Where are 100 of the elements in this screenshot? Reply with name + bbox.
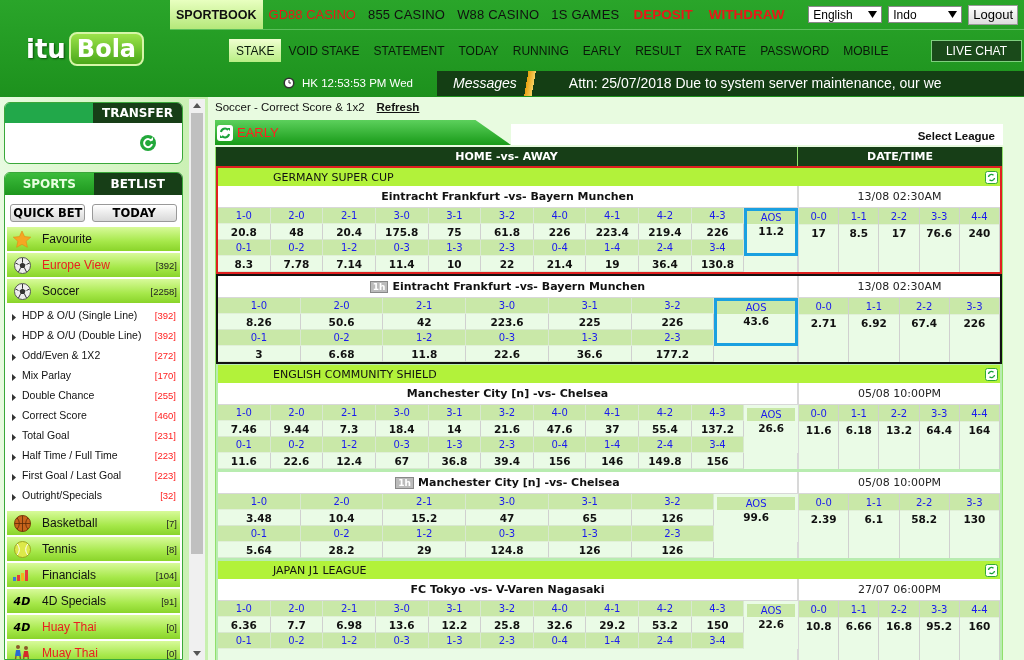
odds-value[interactable]: 32.6 bbox=[533, 617, 587, 633]
odds-value[interactable]: 20.4 bbox=[323, 224, 376, 240]
odds-value[interactable]: 3.48 bbox=[218, 510, 301, 526]
odds-value[interactable]: 21.6 bbox=[481, 421, 534, 437]
odds-value[interactable]: 65 bbox=[548, 510, 632, 526]
odds-value[interactable]: 156 bbox=[691, 453, 745, 469]
odds-value[interactable]: 22.6 bbox=[270, 453, 324, 469]
odds-value[interactable]: 22 bbox=[481, 256, 534, 272]
sport-item[interactable]: 4D 4D Specials [91] bbox=[7, 589, 180, 613]
odds-value[interactable]: 29.2 bbox=[586, 617, 640, 633]
odds-value[interactable]: 11.6 bbox=[218, 453, 271, 469]
odds-value[interactable]: 8.26 bbox=[218, 314, 301, 330]
odds-value[interactable]: 126 bbox=[631, 542, 715, 558]
sidebar-tab[interactable]: BETLIST bbox=[93, 173, 182, 195]
refresh-icon[interactable] bbox=[985, 563, 998, 577]
odds-value[interactable]: 226 bbox=[631, 314, 715, 330]
filter-button[interactable]: QUICK BET bbox=[10, 204, 86, 222]
sub-nav-tab[interactable]: TODAY bbox=[451, 39, 506, 62]
odds-value[interactable]: 50.6 bbox=[300, 314, 384, 330]
refresh-link[interactable]: Refresh bbox=[376, 101, 420, 113]
odds-value[interactable]: 126 bbox=[631, 510, 715, 526]
odds-value[interactable]: 124.8 bbox=[466, 542, 549, 558]
logout-button[interactable]: Logout bbox=[968, 4, 1018, 25]
select-league-link[interactable]: Select League bbox=[917, 130, 995, 142]
odds-value[interactable]: 137.2 bbox=[691, 421, 745, 437]
odds-value[interactable]: 9.44 bbox=[270, 421, 324, 437]
odds-value[interactable]: 48 bbox=[270, 224, 324, 240]
odds-value[interactable]: 223.6 bbox=[466, 314, 549, 330]
odds-value[interactable]: 225 bbox=[548, 314, 632, 330]
odds-value[interactable]: 39.4 bbox=[481, 453, 534, 469]
odds-value[interactable]: 75 bbox=[428, 224, 482, 240]
sport-item[interactable]: Basketball [7] bbox=[7, 511, 180, 535]
odds-value[interactable]: 3 bbox=[218, 346, 301, 362]
sub-nav-tab[interactable]: VOID STAKE bbox=[281, 39, 367, 62]
odds-type-select[interactable]: Indo bbox=[888, 6, 963, 23]
sub-nav-tab[interactable]: EX RATE bbox=[688, 39, 754, 62]
refresh-icon[interactable] bbox=[140, 135, 156, 151]
bet-type-item[interactable]: Half Time / Full Time [223] bbox=[7, 445, 180, 465]
odds-value[interactable]: 219.4 bbox=[639, 224, 692, 240]
bet-type-item[interactable]: Mix Parlay [170] bbox=[7, 365, 180, 385]
odds-value[interactable]: 223.4 bbox=[586, 224, 640, 240]
odds-value[interactable]: 156 bbox=[533, 453, 587, 469]
odds-value[interactable]: 18.4 bbox=[375, 421, 429, 437]
filter-button[interactable]: TODAY bbox=[91, 204, 177, 222]
sport-item[interactable]: Financials [104] bbox=[7, 563, 180, 587]
odds-value[interactable]: 149.8 bbox=[639, 453, 692, 469]
odds-value[interactable]: 53.2 bbox=[639, 617, 692, 633]
odds-value[interactable]: 15.2 bbox=[383, 510, 467, 526]
scroll-down-icon[interactable] bbox=[193, 651, 201, 656]
odds-value[interactable]: 37 bbox=[586, 421, 640, 437]
odds-value[interactable]: 21.4 bbox=[533, 256, 587, 272]
bet-type-item[interactable]: First Goal / Last Goal [223] bbox=[7, 465, 180, 485]
odds-value[interactable]: 29 bbox=[383, 542, 467, 558]
odds-value[interactable]: 47 bbox=[466, 510, 549, 526]
odds-value[interactable]: 22.6 bbox=[466, 346, 549, 362]
odds-value[interactable]: 36.8 bbox=[428, 453, 482, 469]
odds-value[interactable]: 42 bbox=[383, 314, 467, 330]
odds-value[interactable]: 36.6 bbox=[548, 346, 632, 362]
bet-type-item[interactable]: HDP & O/U (Single Line) [392] bbox=[7, 305, 180, 325]
odds-value[interactable]: 150 bbox=[691, 617, 745, 633]
top-nav-tab[interactable]: 855 CASINO bbox=[362, 0, 452, 29]
odds-value[interactable]: 175.8 bbox=[375, 224, 429, 240]
odds-value[interactable]: 226 bbox=[691, 224, 745, 240]
top-nav-tab[interactable]: W88 CASINO bbox=[451, 0, 546, 29]
bet-type-item[interactable]: HDP & O/U (Double Line) [392] bbox=[7, 325, 180, 345]
sport-item[interactable]: Favourite bbox=[7, 227, 180, 251]
odds-value[interactable]: 25.8 bbox=[481, 617, 534, 633]
odds-value[interactable]: 20.8 bbox=[218, 224, 271, 240]
sport-item[interactable]: Europe View [392] bbox=[7, 253, 180, 277]
refresh-icon[interactable] bbox=[217, 124, 233, 141]
odds-value[interactable]: 6.98 bbox=[323, 617, 376, 633]
odds-value[interactable]: 11.8 bbox=[383, 346, 467, 362]
odds-value[interactable]: 13.6 bbox=[375, 617, 429, 633]
odds-value[interactable]: 226 bbox=[533, 224, 587, 240]
odds-value[interactable]: 5.64 bbox=[218, 542, 301, 558]
refresh-icon[interactable] bbox=[985, 367, 998, 381]
odds-value[interactable]: 67 bbox=[375, 453, 429, 469]
odds-value[interactable]: 7.7 bbox=[270, 617, 324, 633]
sport-item[interactable]: Muay Thai [0] bbox=[7, 641, 180, 659]
sub-nav-tab[interactable]: RUNNING bbox=[505, 39, 576, 62]
bet-type-item[interactable]: Odd/Even & 1X2 [272] bbox=[7, 345, 180, 365]
refresh-icon[interactable] bbox=[985, 170, 998, 184]
sport-item[interactable]: Tennis [8] bbox=[7, 537, 180, 561]
odds-value[interactable]: 36.4 bbox=[639, 256, 692, 272]
bet-type-item[interactable]: Outright/Specials [32] bbox=[7, 485, 180, 505]
odds-value[interactable]: 8.3 bbox=[218, 256, 271, 272]
sub-nav-tab[interactable]: STATEMENT bbox=[366, 39, 452, 62]
bet-type-item[interactable]: Correct Score [460] bbox=[7, 405, 180, 425]
odds-value[interactable]: 7.78 bbox=[270, 256, 324, 272]
odds-value[interactable]: 7.3 bbox=[323, 421, 376, 437]
odds-value[interactable]: 7.46 bbox=[218, 421, 271, 437]
odds-value[interactable]: 61.8 bbox=[481, 224, 534, 240]
odds-value[interactable]: 47.6 bbox=[533, 421, 587, 437]
odds-value[interactable]: 6.68 bbox=[300, 346, 384, 362]
odds-value[interactable]: 12.2 bbox=[428, 617, 482, 633]
scroll-thumb[interactable] bbox=[191, 113, 203, 554]
odds-value[interactable]: 130.8 bbox=[691, 256, 745, 272]
sub-nav-tab[interactable]: MOBILE bbox=[836, 39, 896, 62]
bet-type-item[interactable]: Total Goal [231] bbox=[7, 425, 180, 445]
odds-value[interactable]: 6.36 bbox=[218, 617, 271, 633]
